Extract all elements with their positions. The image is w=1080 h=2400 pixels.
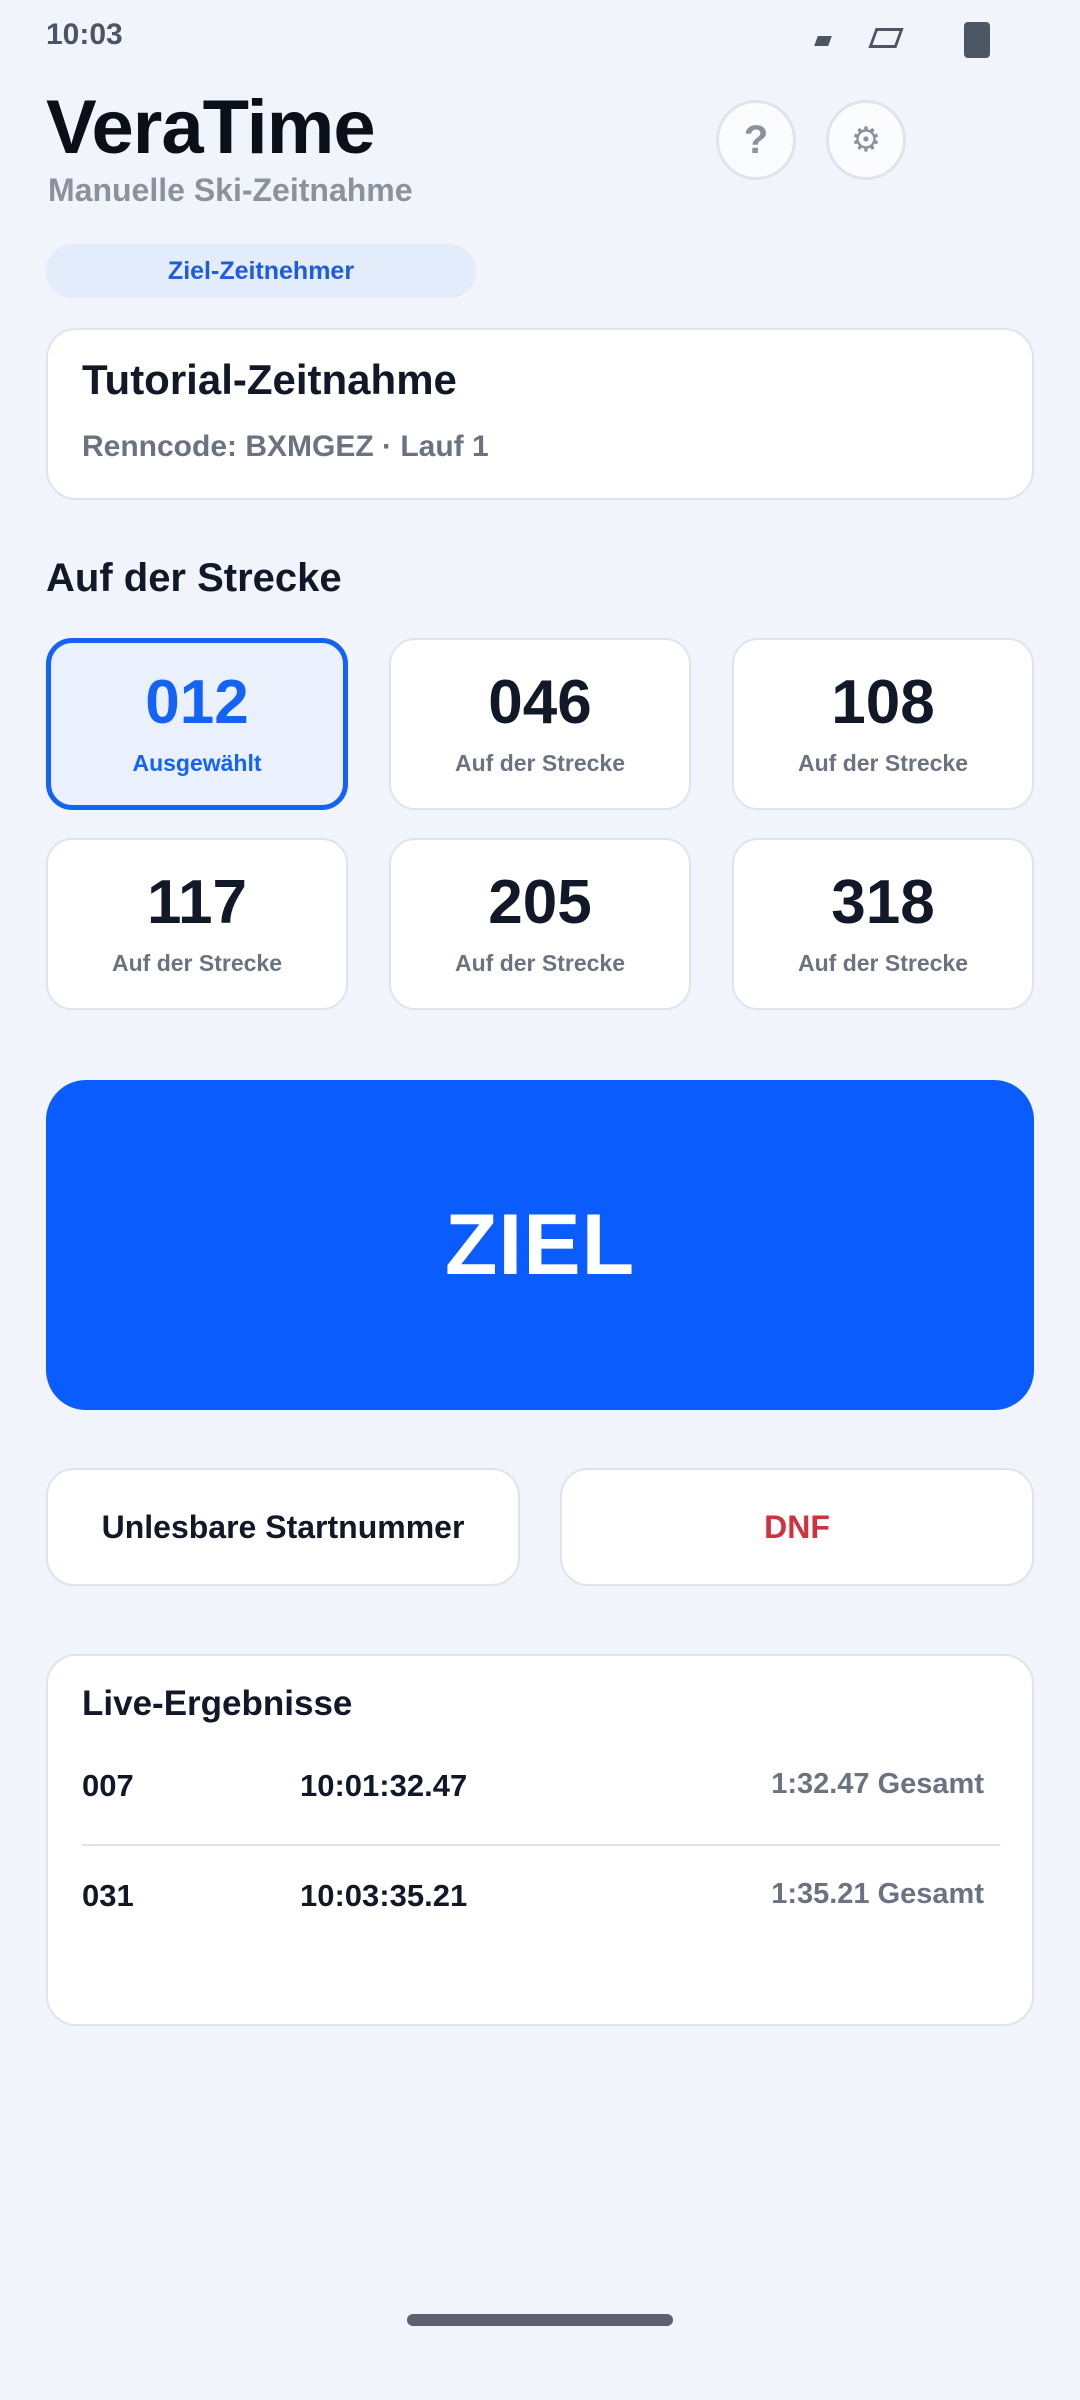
role-badge: Ziel-Zeitnehmer — [46, 244, 476, 298]
bib-grid: 012 Ausgewählt 046 Auf der Strecke 108 A… — [46, 638, 1034, 1012]
wifi-icon — [868, 28, 904, 48]
bib-number: 108 — [831, 667, 935, 737]
battery-icon — [964, 22, 990, 58]
live-results-card: Live-Ergebnisse 007 10:01:32.47 1:32.47 … — [46, 1654, 1034, 2026]
bib-tile[interactable]: 108 Auf der Strecke — [732, 638, 1034, 810]
home-indicator[interactable] — [407, 2314, 673, 2326]
gear-icon: ⚙ — [850, 121, 882, 159]
bib-tile[interactable]: 205 Auf der Strecke — [389, 838, 691, 1010]
bib-number: 205 — [488, 867, 592, 937]
bib-status: Auf der Strecke — [797, 949, 968, 976]
help-icon: ? — [743, 117, 769, 162]
unreadable-bib-button[interactable]: Unlesbare Startnummer — [46, 1468, 520, 1586]
dnf-button[interactable]: DNF — [560, 1468, 1034, 1586]
bib-tile[interactable]: 046 Auf der Strecke — [389, 638, 691, 810]
status-icons — [814, 22, 996, 62]
bib-number: 117 — [146, 867, 248, 937]
bib-status: Ausgewählt — [132, 749, 262, 776]
bib-status: Auf der Strecke — [454, 949, 625, 976]
result-row: 007 10:01:32.47 1:32.47 Gesamt — [82, 1768, 1000, 1828]
bib-number: 318 — [831, 867, 935, 937]
result-row: 031 10:03:35.21 1:35.21 Gesamt — [82, 1878, 1000, 1938]
signal-icon — [814, 36, 832, 46]
live-results-title: Live-Ergebnisse — [82, 1684, 353, 1723]
bib-status: Auf der Strecke — [797, 749, 968, 776]
divider — [82, 1844, 1000, 1846]
result-total: 1:32.47 Gesamt — [771, 1768, 984, 1800]
bib-tile[interactable]: 318 Auf der Strecke — [732, 838, 1034, 1010]
result-bib: 031 — [82, 1878, 134, 1913]
result-total: 1:35.21 Gesamt — [771, 1878, 984, 1910]
bib-tile[interactable]: 012 Ausgewählt — [46, 638, 348, 810]
bib-number: 046 — [488, 667, 592, 737]
status-time: 10:03 — [46, 18, 123, 51]
result-bib: 007 — [82, 1768, 134, 1803]
result-time: 10:03:35.21 — [300, 1878, 468, 1913]
status-bar: 10:03 — [0, 0, 1080, 72]
race-card: Tutorial-Zeitnahme Renncode: BXMGEZ · La… — [46, 328, 1034, 500]
app-subtitle: Manuelle Ski-Zeitnahme — [48, 172, 413, 208]
on-course-title: Auf der Strecke — [46, 556, 342, 600]
help-button[interactable]: ? — [716, 100, 796, 180]
race-title: Tutorial-Zeitnahme — [82, 356, 457, 403]
app-title: VeraTime — [46, 85, 376, 170]
race-meta: Renncode: BXMGEZ · Lauf 1 — [82, 430, 489, 463]
settings-button[interactable]: ⚙ — [826, 100, 906, 180]
bib-tile[interactable]: 117 Auf der Strecke — [46, 838, 348, 1010]
finish-button[interactable]: ZIEL — [46, 1080, 1034, 1410]
bib-status: Auf der Strecke — [111, 949, 282, 976]
bib-number: 012 — [145, 667, 249, 737]
bib-status: Auf der Strecke — [454, 749, 625, 776]
result-time: 10:01:32.47 — [300, 1768, 468, 1803]
